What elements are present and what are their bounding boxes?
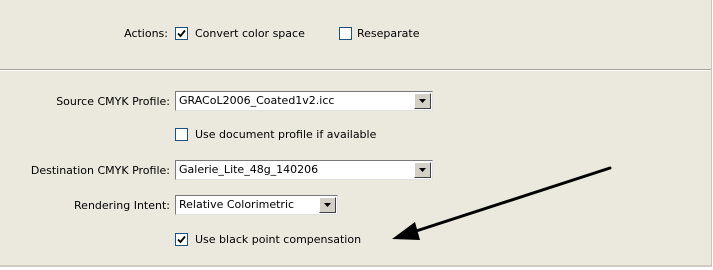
rendering-intent-dropdown-button[interactable] [319, 197, 336, 213]
reseparate-label[interactable]: Reseparate [357, 27, 419, 41]
chevron-down-icon [419, 99, 426, 103]
black-point-compensation-label[interactable]: Use black point compensation [195, 233, 361, 247]
use-document-profile-checkbox[interactable] [175, 128, 188, 141]
rendering-intent-label: Rendering Intent: [74, 199, 170, 212]
annotation-arrow [392, 166, 612, 240]
checkmark-icon [177, 29, 186, 38]
source-profile-dropdown-button[interactable] [414, 93, 431, 109]
reseparate-checkbox[interactable] [339, 27, 352, 40]
black-point-compensation-checkbox[interactable] [175, 233, 188, 246]
chevron-down-icon [324, 203, 331, 207]
rendering-intent-select[interactable]: Relative Colorimetric [175, 195, 338, 215]
destination-profile-value: Galerie_Lite_48g_140206 [179, 163, 319, 176]
use-document-profile-label[interactable]: Use document profile if available [195, 128, 376, 142]
destination-profile-label: Destination CMYK Profile: [30, 164, 170, 177]
rendering-intent-value: Relative Colorimetric [179, 198, 295, 211]
convert-color-space-label[interactable]: Convert color space [195, 27, 305, 41]
actions-label: Actions: [124, 27, 168, 40]
source-profile-select[interactable]: GRACoL2006_Coated1v2.icc [175, 91, 433, 111]
section-divider-highlight [0, 70, 711, 71]
source-profile-value: GRACoL2006_Coated1v2.icc [179, 94, 335, 107]
convert-color-space-checkbox[interactable] [175, 27, 188, 40]
checkmark-icon [177, 235, 186, 244]
source-profile-label: Source CMYK Profile: [56, 95, 170, 108]
